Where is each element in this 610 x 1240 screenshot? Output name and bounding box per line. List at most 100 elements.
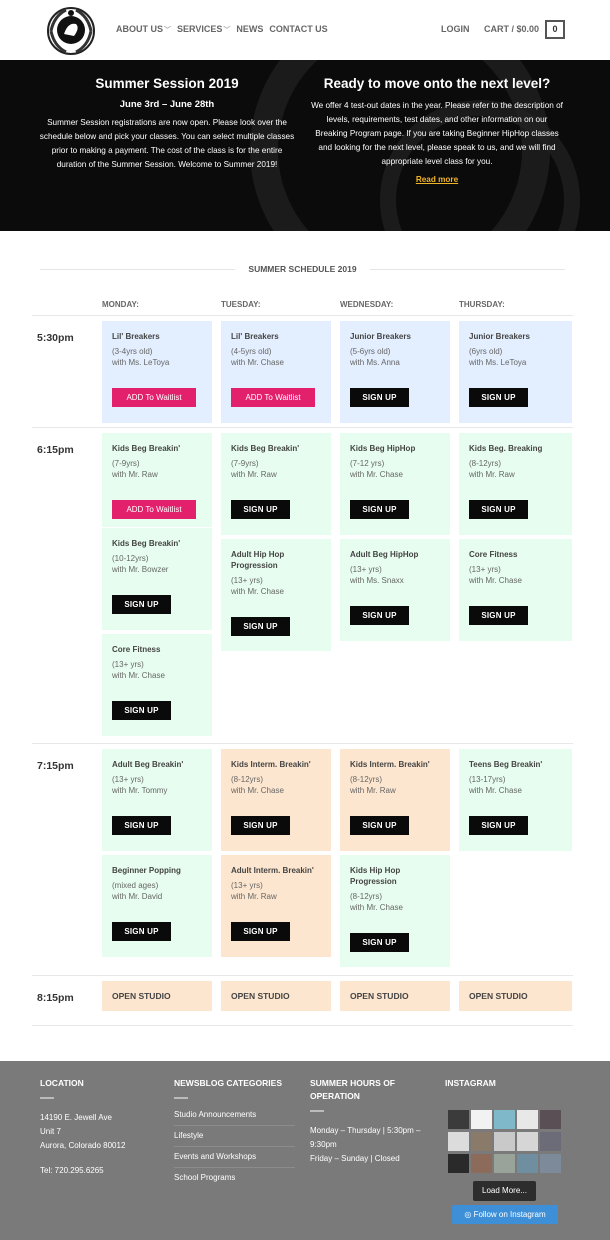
sign-up-button[interactable]: SIGN UP <box>469 816 528 835</box>
class-name: Core Fitness <box>469 550 518 559</box>
class-name: Lil' Breakers <box>231 332 279 341</box>
address-line-1: 14190 E. Jewell Ave <box>40 1113 112 1122</box>
class-age: (7-9yrs) <box>112 459 140 468</box>
class-name: Kids Beg Breakin' <box>231 444 300 453</box>
site-header: ABOUT US﹀ SERVICES﹀ NEWS CONTACT US LOGI… <box>0 0 610 60</box>
instagram-video[interactable] <box>448 1154 469 1173</box>
class-card: Adult Hip Hop Progression (13+ yrs) with… <box>221 539 331 651</box>
nav-services[interactable]: SERVICES﹀ <box>177 24 230 35</box>
sign-up-button[interactable]: SIGN UP <box>469 606 528 625</box>
class-card: Kids Beg Breakin' (7-9yrs) with Mr. Raw … <box>102 433 212 527</box>
add-to-waitlist-button[interactable]: ADD To Waitlist <box>231 388 315 407</box>
hours-weekdays: Monday – Thursday | 5:30pm – 9:30pm <box>310 1126 421 1149</box>
category-link[interactable]: Studio Announcements <box>174 1105 295 1126</box>
class-name: Kids Hip Hop Progression <box>350 866 401 886</box>
login-link[interactable]: LOGIN <box>441 24 470 34</box>
class-card: Core Fitness (13+ yrs) with Mr. Chase SI… <box>102 634 212 736</box>
read-more-link[interactable]: Read more <box>416 175 458 184</box>
class-card: Kids Interm. Breakin' (8-12yrs) with Mr.… <box>221 749 331 851</box>
studio-logo[interactable] <box>46 6 96 56</box>
cart-count-badge[interactable]: 0 <box>545 20 565 39</box>
nav-news[interactable]: NEWS <box>236 24 263 35</box>
class-teacher: with Mr. Chase <box>350 903 403 912</box>
nav-about-us[interactable]: ABOUT US﹀ <box>116 24 171 35</box>
class-teacher: with Mr. Tommy <box>112 786 168 795</box>
sign-up-button[interactable]: SIGN UP <box>350 816 409 835</box>
nav-contact-us[interactable]: CONTACT US <box>269 24 327 35</box>
footer-instagram-title: INSTAGRAM <box>445 1078 496 1088</box>
sign-up-button[interactable]: SIGN UP <box>112 701 171 720</box>
instagram-photo[interactable] <box>448 1110 469 1129</box>
class-name: Kids Interm. Breakin' <box>350 760 430 769</box>
class-card: Kids Hip Hop Progression (8-12yrs) with … <box>340 855 450 967</box>
sign-up-button[interactable]: SIGN UP <box>469 388 528 407</box>
sign-up-button[interactable]: SIGN UP <box>350 606 409 625</box>
row-divider <box>32 315 573 316</box>
class-card: Adult Interm. Breakin' (13+ yrs) with Mr… <box>221 855 331 957</box>
class-name: Lil' Breakers <box>112 332 160 341</box>
sign-up-button[interactable]: SIGN UP <box>350 500 409 519</box>
instagram-photo[interactable] <box>471 1154 492 1173</box>
sign-up-button[interactable]: SIGN UP <box>231 816 290 835</box>
day-wednesday: WEDNESDAY: <box>340 300 394 309</box>
sign-up-button[interactable]: SIGN UP <box>350 933 409 952</box>
class-name: Core Fitness <box>112 645 161 654</box>
row-divider <box>32 743 573 744</box>
sign-up-button[interactable]: SIGN UP <box>469 500 528 519</box>
category-link[interactable]: School Programs <box>174 1168 295 1188</box>
instagram-photo[interactable] <box>517 1110 538 1129</box>
instagram-photo[interactable] <box>471 1132 492 1151</box>
instagram-photo[interactable] <box>448 1132 469 1151</box>
instagram-photo[interactable] <box>494 1132 515 1151</box>
sign-up-button[interactable]: SIGN UP <box>112 816 171 835</box>
follow-on-instagram-button[interactable]: ◎ Follow on Instagram <box>452 1205 558 1224</box>
class-name: Junior Breakers <box>469 332 530 341</box>
instagram-photo[interactable] <box>540 1154 561 1173</box>
instagram-photo[interactable] <box>471 1110 492 1129</box>
class-teacher: with Mr. Chase <box>469 786 522 795</box>
main-nav: ABOUT US﹀ SERVICES﹀ NEWS CONTACT US <box>116 24 328 35</box>
row-divider <box>32 427 573 428</box>
class-name: Beginner Popping <box>112 866 181 875</box>
class-age: (5-6yrs old) <box>350 347 391 356</box>
class-card: Kids Interm. Breakin' (8-12yrs) with Mr.… <box>340 749 450 851</box>
footer-location-title: LOCATION <box>40 1078 84 1088</box>
class-card: Junior Breakers (6yrs old) with Ms. LeTo… <box>459 321 572 423</box>
cart-link[interactable]: CART / $0.00 <box>484 24 539 34</box>
add-to-waitlist-button[interactable]: ADD To Waitlist <box>112 388 196 407</box>
class-age: (6yrs old) <box>469 347 503 356</box>
open-studio-slot: OPEN STUDIO <box>459 981 572 1011</box>
instagram-photo[interactable] <box>517 1132 538 1151</box>
sign-up-button[interactable]: SIGN UP <box>112 595 171 614</box>
class-name: Adult Interm. Breakin' <box>231 866 314 875</box>
instagram-photo[interactable] <box>540 1110 561 1129</box>
class-age: (8-12yrs) <box>350 892 383 901</box>
sign-up-button[interactable]: SIGN UP <box>350 388 409 407</box>
add-to-waitlist-button[interactable]: ADD To Waitlist <box>112 500 196 519</box>
class-card: Kids Beg HipHop (7-12 yrs) with Mr. Chas… <box>340 433 450 535</box>
class-name: Junior Breakers <box>350 332 411 341</box>
sign-up-button[interactable]: SIGN UP <box>231 922 290 941</box>
sign-up-button[interactable]: SIGN UP <box>112 922 171 941</box>
phone-number[interactable]: Tel: 720.295.6265 <box>40 1164 160 1178</box>
class-age: (mixed ages) <box>112 881 159 890</box>
time-715pm: 7:15pm <box>37 760 74 772</box>
instagram-photo[interactable] <box>494 1154 515 1173</box>
footer-hours-title: SUMMER HOURS OF OPERATION <box>310 1078 395 1101</box>
instagram-photo[interactable] <box>540 1132 561 1151</box>
class-age: (3-4yrs old) <box>112 347 153 356</box>
class-teacher: with Mr. Chase <box>112 671 165 680</box>
class-teacher: with Mr. Raw <box>231 470 277 479</box>
class-age: (13+ yrs) <box>112 660 144 669</box>
category-link[interactable]: Events and Workshops <box>174 1147 295 1168</box>
instagram-photo[interactable] <box>517 1154 538 1173</box>
sign-up-button[interactable]: SIGN UP <box>231 617 290 636</box>
class-age: (8-12yrs) <box>469 459 502 468</box>
category-link[interactable]: Lifestyle <box>174 1126 295 1147</box>
load-more-button[interactable]: Load More... <box>473 1181 536 1201</box>
class-teacher: with Mr. Chase <box>231 786 284 795</box>
sign-up-button[interactable]: SIGN UP <box>231 500 290 519</box>
summer-session-dates: June 3rd – June 28th <box>119 99 215 110</box>
class-name: Adult Beg HipHop <box>350 550 419 559</box>
instagram-photo[interactable] <box>494 1110 515 1129</box>
